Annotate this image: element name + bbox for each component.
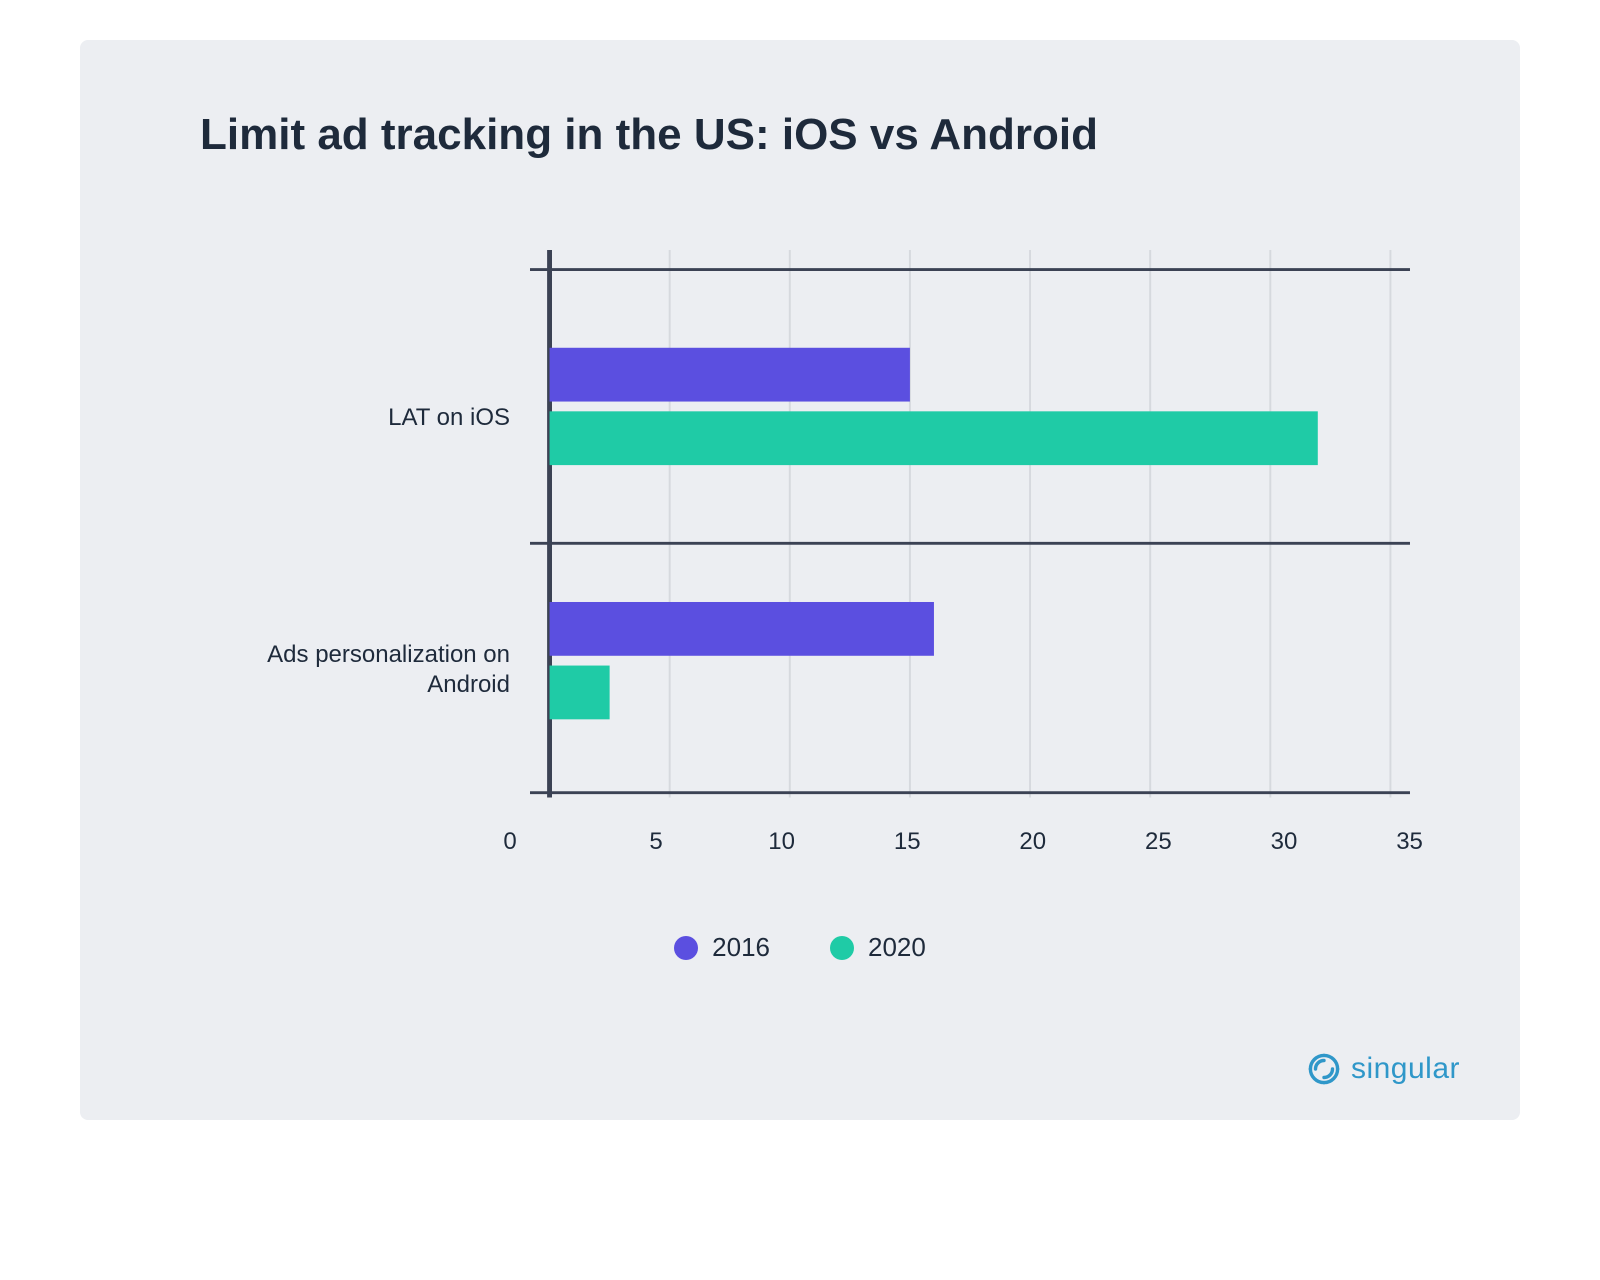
brand-logo: singular (1307, 1052, 1460, 1086)
chart-svg (530, 250, 1410, 798)
xtick-35: 35 (1396, 828, 1423, 856)
bar-android-2020 (550, 666, 610, 720)
legend-swatch-2016 (674, 936, 698, 960)
gridlines (670, 250, 1391, 798)
legend-label-2020: 2020 (868, 932, 926, 963)
xtick-15: 15 (894, 828, 921, 856)
x-axis-ticks: 0 5 10 15 20 25 30 35 (510, 828, 1430, 862)
xtick-0: 0 (503, 828, 516, 856)
brand-text: singular (1351, 1052, 1460, 1086)
category-label-ios: LAT on iOS (388, 403, 510, 433)
legend-label-2016: 2016 (712, 932, 770, 963)
plot-area (530, 250, 1410, 810)
chart-card: Limit ad tracking in the US: iOS vs Andr… (80, 40, 1520, 1120)
chart-title: Limit ad tracking in the US: iOS vs Andr… (200, 110, 1430, 160)
legend: 2016 2020 (170, 932, 1430, 963)
xtick-20: 20 (1019, 828, 1046, 856)
bar-ios-2016 (550, 348, 910, 402)
legend-item-2016: 2016 (674, 932, 770, 963)
xtick-5: 5 (649, 828, 662, 856)
xtick-10: 10 (768, 828, 795, 856)
legend-swatch-2020 (830, 936, 854, 960)
y-axis-labels: LAT on iOS Ads personalization on Androi… (190, 250, 530, 810)
chart-area: LAT on iOS Ads personalization on Androi… (190, 250, 1410, 810)
singular-icon (1307, 1052, 1341, 1086)
bar-android-2016 (550, 602, 934, 656)
category-label-android: Ads personalization on Android (210, 640, 510, 700)
legend-item-2020: 2020 (830, 932, 926, 963)
xtick-25: 25 (1145, 828, 1172, 856)
xtick-30: 30 (1271, 828, 1298, 856)
bar-ios-2020 (550, 411, 1318, 465)
